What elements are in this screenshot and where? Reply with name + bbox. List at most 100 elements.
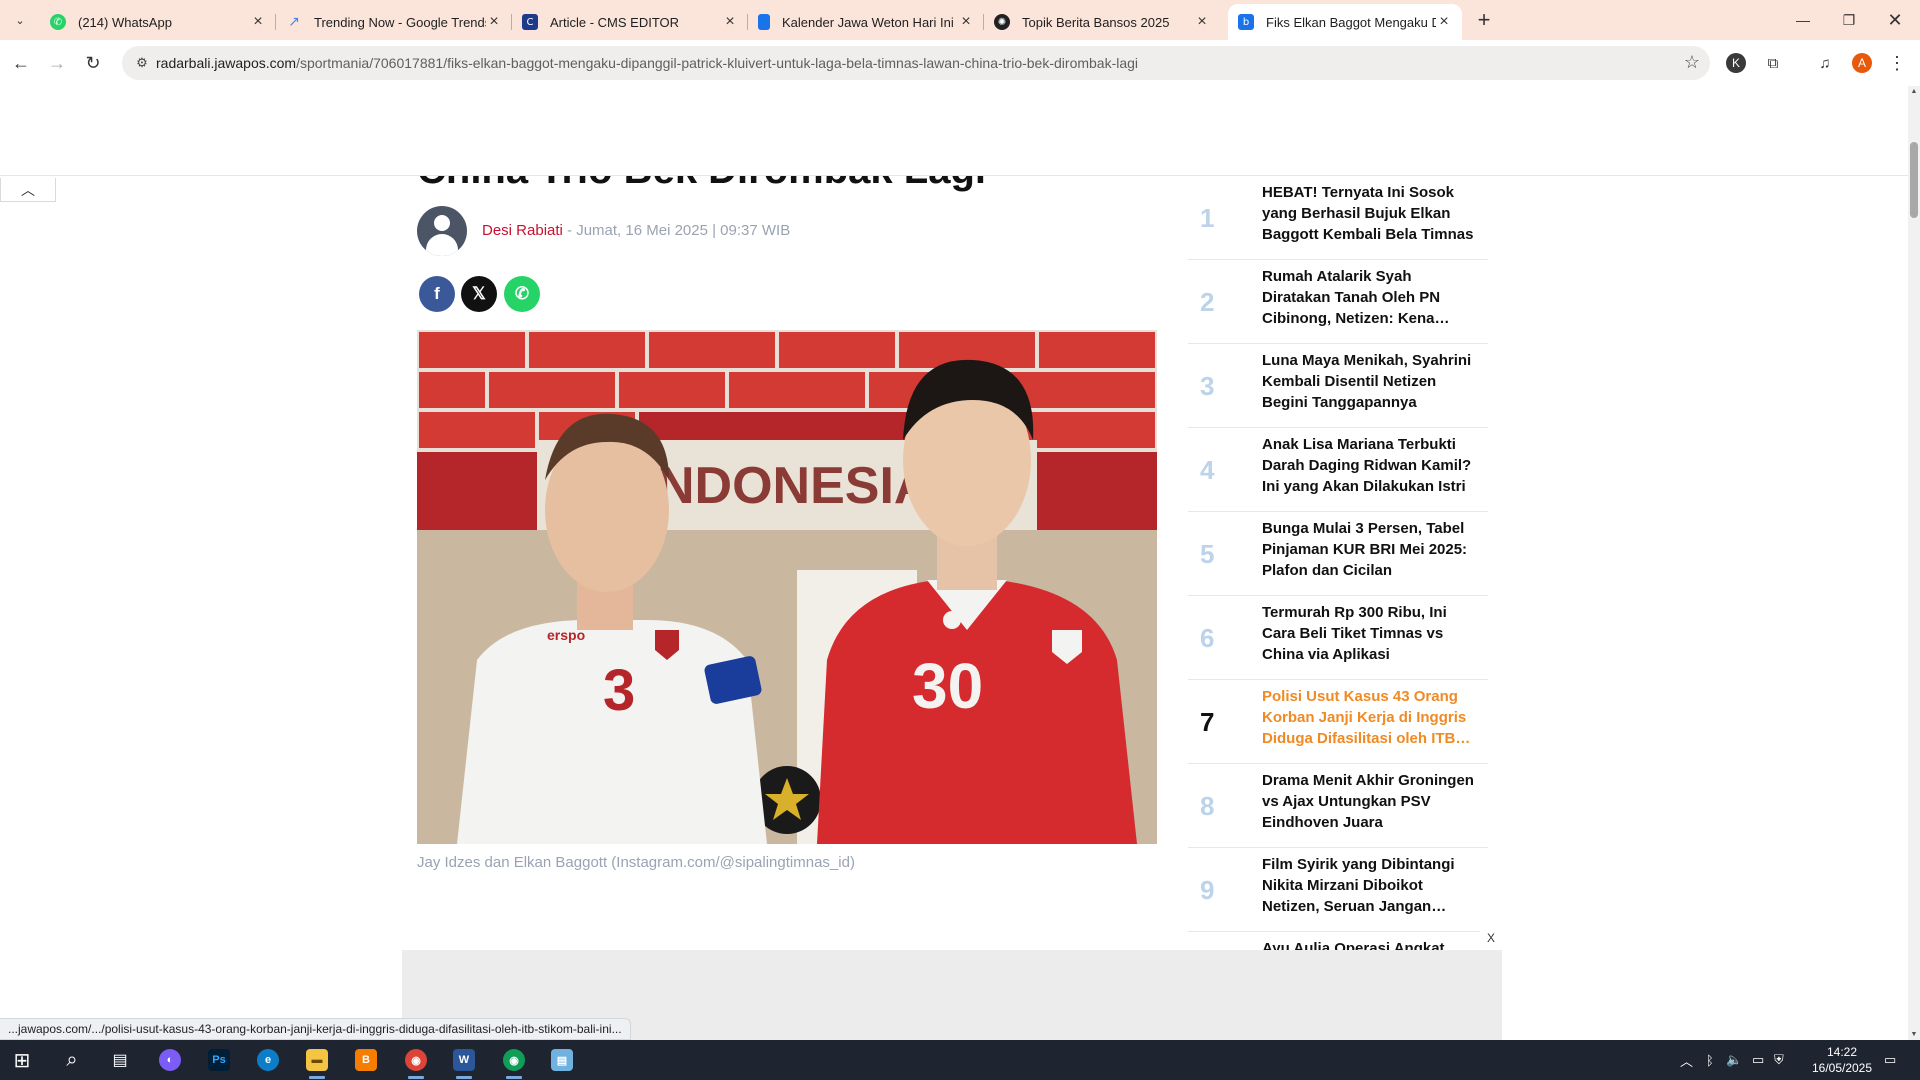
blogger-icon[interactable]: B	[346, 1044, 386, 1076]
whatsapp-icon: ✆	[50, 14, 66, 30]
close-icon[interactable]: ×	[1194, 13, 1210, 31]
tab-title: Article - CMS EDITOR	[550, 14, 680, 30]
forward-button[interactable]: →	[42, 48, 72, 78]
windows-start-icon[interactable]: ⊞	[2, 1044, 42, 1076]
tab-whatsapp[interactable]: ✆ (214) WhatsApp ×	[40, 4, 276, 40]
popular-item[interactable]: 3 Luna Maya Menikah, Syahrini Kembali Dis…	[1188, 344, 1488, 428]
players-photo: INDONESIA erspo 3 30	[417, 330, 1157, 844]
close-icon[interactable]: ×	[486, 13, 502, 31]
popular-title[interactable]: Film Syirik yang Dibintangi Nikita Mirza…	[1262, 854, 1482, 917]
close-window-button[interactable]: ✕	[1872, 0, 1918, 40]
author-name[interactable]: Desi Rabiati	[482, 222, 563, 239]
popular-title[interactable]: Polisi Usut Kasus 43 Orang Korban Janji …	[1262, 686, 1482, 749]
edge-icon[interactable]: e	[248, 1044, 288, 1076]
search-icon[interactable]: ⌕	[52, 1044, 92, 1076]
popular-rank: 5	[1200, 538, 1215, 569]
extensions-puzzle-icon[interactable]: ⧉	[1760, 50, 1786, 76]
tab-kalender-jawa[interactable]: Kalender Jawa Weton Hari Ini R ×	[748, 4, 984, 40]
popular-title[interactable]: Drama Menit Akhir Groningen vs Ajax Untu…	[1262, 770, 1482, 833]
scroll-down-arrow-icon[interactable]: ▼	[1908, 1031, 1920, 1038]
reload-button[interactable]: ↻	[78, 48, 108, 78]
whatsapp-icon: ✆	[514, 284, 530, 303]
tab-title: Topik Berita Bansos 2025	[1022, 14, 1170, 30]
sponsor-logo: erspo	[547, 627, 585, 643]
popular-title[interactable]: HEBAT! Ternyata Ini Sosok yang Berhasil …	[1262, 182, 1482, 245]
task-view-icon[interactable]: ▤	[100, 1044, 140, 1076]
scroll-up-arrow-icon[interactable]: ▲	[1908, 88, 1920, 95]
jersey-number-left: 3	[603, 658, 635, 723]
scrollbar-thumb[interactable]	[1910, 142, 1918, 218]
popular-title[interactable]: Bunga Mulai 3 Persen, Tabel Pinjaman KUR…	[1262, 518, 1482, 581]
notifications-icon[interactable]: ▭	[1884, 1040, 1896, 1080]
popular-item[interactable]: 4 Anak Lisa Mariana Terbukti Darah Daging…	[1188, 428, 1488, 512]
photoshop-icon[interactable]: Ps	[199, 1044, 239, 1076]
popular-item[interactable]: 6 Termurah Rp 300 Ribu, Ini Cara Beli Tik…	[1188, 596, 1488, 680]
facebook-icon: f	[434, 284, 440, 303]
share-whatsapp-button[interactable]: ✆	[504, 276, 540, 312]
profile-avatar[interactable]: A	[1852, 53, 1872, 73]
popular-item[interactable]: 9 Film Syirik yang Dibintangi Nikita Mirz…	[1188, 848, 1488, 932]
trends-icon: ↗	[288, 14, 300, 30]
popular-item[interactable]: 2 Rumah Atalarik Syah Diratakan Tanah Ole…	[1188, 260, 1488, 344]
bluetooth-icon[interactable]: ᛒ	[1706, 1040, 1714, 1080]
extension-avatar-icon[interactable]: K	[1726, 53, 1746, 73]
taskbar-clock[interactable]: 14:22 16/05/2025	[1802, 1044, 1882, 1076]
backdrop-text: INDONESIA	[643, 457, 932, 515]
close-icon[interactable]: ×	[958, 13, 974, 31]
popular-title[interactable]: Anak Lisa Mariana Terbukti Darah Daging …	[1262, 434, 1482, 497]
restore-button[interactable]: ❐	[1826, 0, 1872, 40]
tab-google-trends[interactable]: ↗ Trending Now - Google Trends ×	[276, 4, 512, 40]
url-text[interactable]: radarbali.jawapos.com/sportmania/7060178…	[156, 55, 1138, 71]
popular-title[interactable]: Rumah Atalarik Syah Diratakan Tanah Oleh…	[1262, 266, 1482, 329]
close-icon[interactable]: ×	[722, 13, 738, 31]
ad-close-button[interactable]: X	[1480, 928, 1502, 948]
tray-chevron-icon[interactable]: ︿	[1680, 1040, 1693, 1080]
tab-active-article[interactable]: b Fiks Elkan Baggot Mengaku Dip ×	[1228, 4, 1462, 40]
network-icon[interactable]: ⛨	[1774, 1040, 1784, 1080]
minimize-button[interactable]: —	[1780, 0, 1826, 40]
popular-item[interactable]: 5 Bunga Mulai 3 Persen, Tabel Pinjaman KU…	[1188, 512, 1488, 596]
display-icon[interactable]: ▭	[1752, 1040, 1764, 1080]
back-button[interactable]: ←	[6, 48, 36, 78]
popular-rank: 2	[1200, 286, 1215, 317]
popular-rank: 9	[1200, 874, 1215, 905]
site-info-icon[interactable]: ⚙	[132, 53, 152, 73]
url-domain: radarbali.jawapos.com	[156, 55, 297, 71]
popular-title[interactable]: Luna Maya Menikah, Syahrini Kembali Dise…	[1262, 350, 1482, 413]
tab-cms-editor[interactable]: C Article - CMS EDITOR ×	[512, 4, 748, 40]
article-hero-image: INDONESIA erspo 3 30	[417, 330, 1157, 844]
close-icon[interactable]: ×	[1436, 13, 1452, 31]
chrome-icon[interactable]: ◉	[396, 1044, 436, 1079]
new-tab-button[interactable]: +	[1470, 6, 1498, 34]
chrome-profile-icon[interactable]: ◉	[494, 1044, 534, 1079]
image-caption: Jay Idzes dan Elkan Baggott (Instagram.c…	[417, 854, 855, 871]
file-explorer-icon[interactable]: ▬	[297, 1044, 337, 1079]
close-icon[interactable]: ×	[250, 13, 266, 31]
share-facebook-button[interactable]: f	[419, 276, 455, 312]
x-logo-icon: 𝕏	[472, 284, 486, 303]
popular-item-hovered[interactable]: 7 Polisi Usut Kasus 43 Orang Korban Janji…	[1188, 680, 1488, 764]
tab-topik-berita[interactable]: ✺ Topik Berita Bansos 2025 ×	[984, 4, 1220, 40]
cms-icon: C	[522, 14, 538, 30]
popular-item[interactable]: 8 Drama Menit Akhir Groningen vs Ajax Unt…	[1188, 764, 1488, 848]
tab-search-icon[interactable]: ⌄	[8, 8, 32, 32]
toolbar: ← → ↻ ⚙ radarbali.jawapos.com/sportmania…	[0, 40, 1920, 86]
menu-kebab-icon[interactable]: ⋮	[1884, 50, 1910, 76]
share-x-button[interactable]: 𝕏	[461, 276, 497, 312]
clock-time: 14:22	[1826, 1045, 1858, 1059]
popular-item[interactable]: 1 HEBAT! Ternyata Ini Sosok yang Berhasil…	[1188, 176, 1488, 260]
tab-title: Kalender Jawa Weton Hari Ini R	[782, 14, 958, 30]
popular-rank: 8	[1200, 790, 1215, 821]
copilot-icon[interactable]: ◐	[150, 1044, 190, 1076]
media-control-icon[interactable]: ♫	[1812, 50, 1838, 76]
bookmark-star-icon[interactable]: ☆	[1684, 52, 1700, 73]
notepad-icon[interactable]: ▤	[542, 1044, 582, 1076]
volume-icon[interactable]: 🔈	[1726, 1040, 1742, 1080]
address-bar[interactable]: ⚙ radarbali.jawapos.com/sportmania/70601…	[122, 46, 1710, 80]
popular-rank: 3	[1200, 370, 1215, 401]
page-viewport: China Trio Bek Dirombak Lagi ︿ Desi Rabi…	[0, 86, 1908, 1040]
word-icon[interactable]: W	[444, 1044, 484, 1079]
page-scrollbar[interactable]: ▲ ▼	[1908, 86, 1920, 1040]
collapse-header-button[interactable]: ︿	[0, 178, 56, 202]
popular-title[interactable]: Termurah Rp 300 Ribu, Ini Cara Beli Tike…	[1262, 602, 1482, 665]
